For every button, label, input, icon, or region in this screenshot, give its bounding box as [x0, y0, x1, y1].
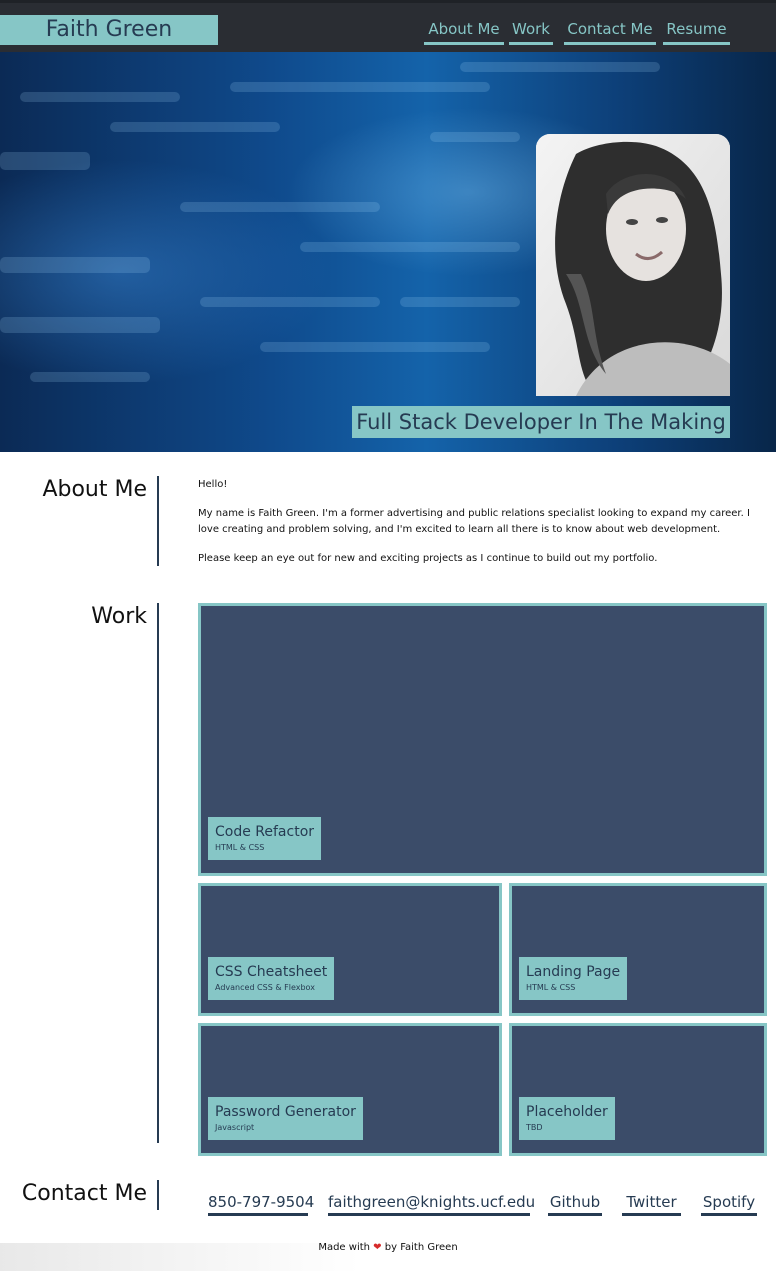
about-divider — [157, 476, 159, 566]
profile-photo-illustration — [536, 134, 730, 396]
project-label[interactable]: Code Refactor HTML & CSS — [208, 817, 322, 860]
work-divider — [157, 603, 159, 1143]
hero-code-line — [30, 372, 150, 382]
hero-code-line — [110, 122, 280, 132]
contact-divider — [157, 1180, 159, 1210]
contact-email-link[interactable]: faithgreen@knights.ucf.edu — [328, 1193, 535, 1216]
project-card-placeholder[interactable]: Placeholder TBD — [509, 1023, 767, 1156]
contact-twitter-link[interactable]: Twitter — [622, 1193, 681, 1216]
project-tech: HTML & CSS — [526, 983, 576, 992]
project-label[interactable]: Placeholder TBD — [519, 1097, 615, 1140]
project-label[interactable]: Landing Page HTML & CSS — [519, 957, 628, 1000]
hero-code-line — [300, 242, 520, 252]
project-title: Placeholder — [526, 1104, 608, 1120]
site-header: Faith Green About Me Work Contact Me Res… — [0, 0, 776, 52]
brand-name[interactable]: Faith Green — [0, 15, 218, 45]
project-label[interactable]: Password Generator Javascript — [208, 1097, 363, 1140]
heart-icon: ❤ — [373, 1242, 382, 1253]
project-card-password-generator[interactable]: Password Generator Javascript — [198, 1023, 502, 1156]
hero-code-line — [460, 62, 660, 72]
nav-work[interactable]: Work — [509, 17, 553, 45]
project-card-code-refactor[interactable]: Code Refactor HTML & CSS — [198, 603, 767, 876]
project-tech: Advanced CSS & Flexbox — [215, 983, 315, 992]
hero-code-line — [20, 92, 180, 102]
site-footer: Made with ❤ by Faith Green — [0, 1242, 776, 1253]
project-tech: TBD — [526, 1123, 543, 1132]
nav-about-me[interactable]: About Me — [424, 17, 504, 45]
hero-code-line — [0, 317, 160, 333]
hero-code-line — [0, 257, 150, 273]
hero-code-line — [0, 152, 90, 170]
project-label[interactable]: CSS Cheatsheet Advanced CSS & Flexbox — [208, 957, 335, 1000]
hero-tagline: Full Stack Developer In The Making — [352, 406, 730, 438]
about-section-title: About Me — [42, 477, 147, 502]
about-closing: Please keep an eye out for new and excit… — [198, 553, 658, 564]
project-tech: HTML & CSS — [215, 843, 265, 852]
hero-code-line — [430, 132, 520, 142]
contact-phone-link[interactable]: 850-797-9504 — [208, 1193, 314, 1216]
project-card-css-cheatsheet[interactable]: CSS Cheatsheet Advanced CSS & Flexbox — [198, 883, 502, 1016]
project-title: Password Generator — [215, 1104, 356, 1120]
about-bio: My name is Faith Green. I'm a former adv… — [198, 508, 750, 535]
contact-spotify-link[interactable]: Spotify — [701, 1193, 757, 1216]
project-tech: Javascript — [215, 1123, 255, 1132]
hero-code-line — [200, 297, 380, 307]
hero-code-line — [260, 342, 490, 352]
project-card-landing-page[interactable]: Landing Page HTML & CSS — [509, 883, 767, 1016]
work-section-title: Work — [91, 604, 147, 629]
project-title: Landing Page — [526, 964, 621, 980]
contact-github-link[interactable]: Github — [548, 1193, 602, 1216]
hero-code-line — [180, 202, 380, 212]
project-title: Code Refactor — [215, 824, 315, 840]
about-greeting: Hello! — [198, 479, 228, 490]
about-text: Hello! My name is Faith Green. I'm a for… — [198, 477, 758, 580]
profile-photo — [536, 134, 730, 396]
nav-contact-me[interactable]: Contact Me — [564, 17, 656, 45]
footer-suffix: by Faith Green — [384, 1242, 458, 1253]
footer-prefix: Made with — [318, 1242, 370, 1253]
contact-section-title: Contact Me — [21, 1181, 147, 1206]
project-title: CSS Cheatsheet — [215, 964, 328, 980]
hero-code-line — [230, 82, 490, 92]
nav-resume[interactable]: Resume — [663, 17, 730, 45]
hero-banner: Full Stack Developer In The Making — [0, 52, 776, 452]
hero-code-line — [400, 297, 520, 307]
